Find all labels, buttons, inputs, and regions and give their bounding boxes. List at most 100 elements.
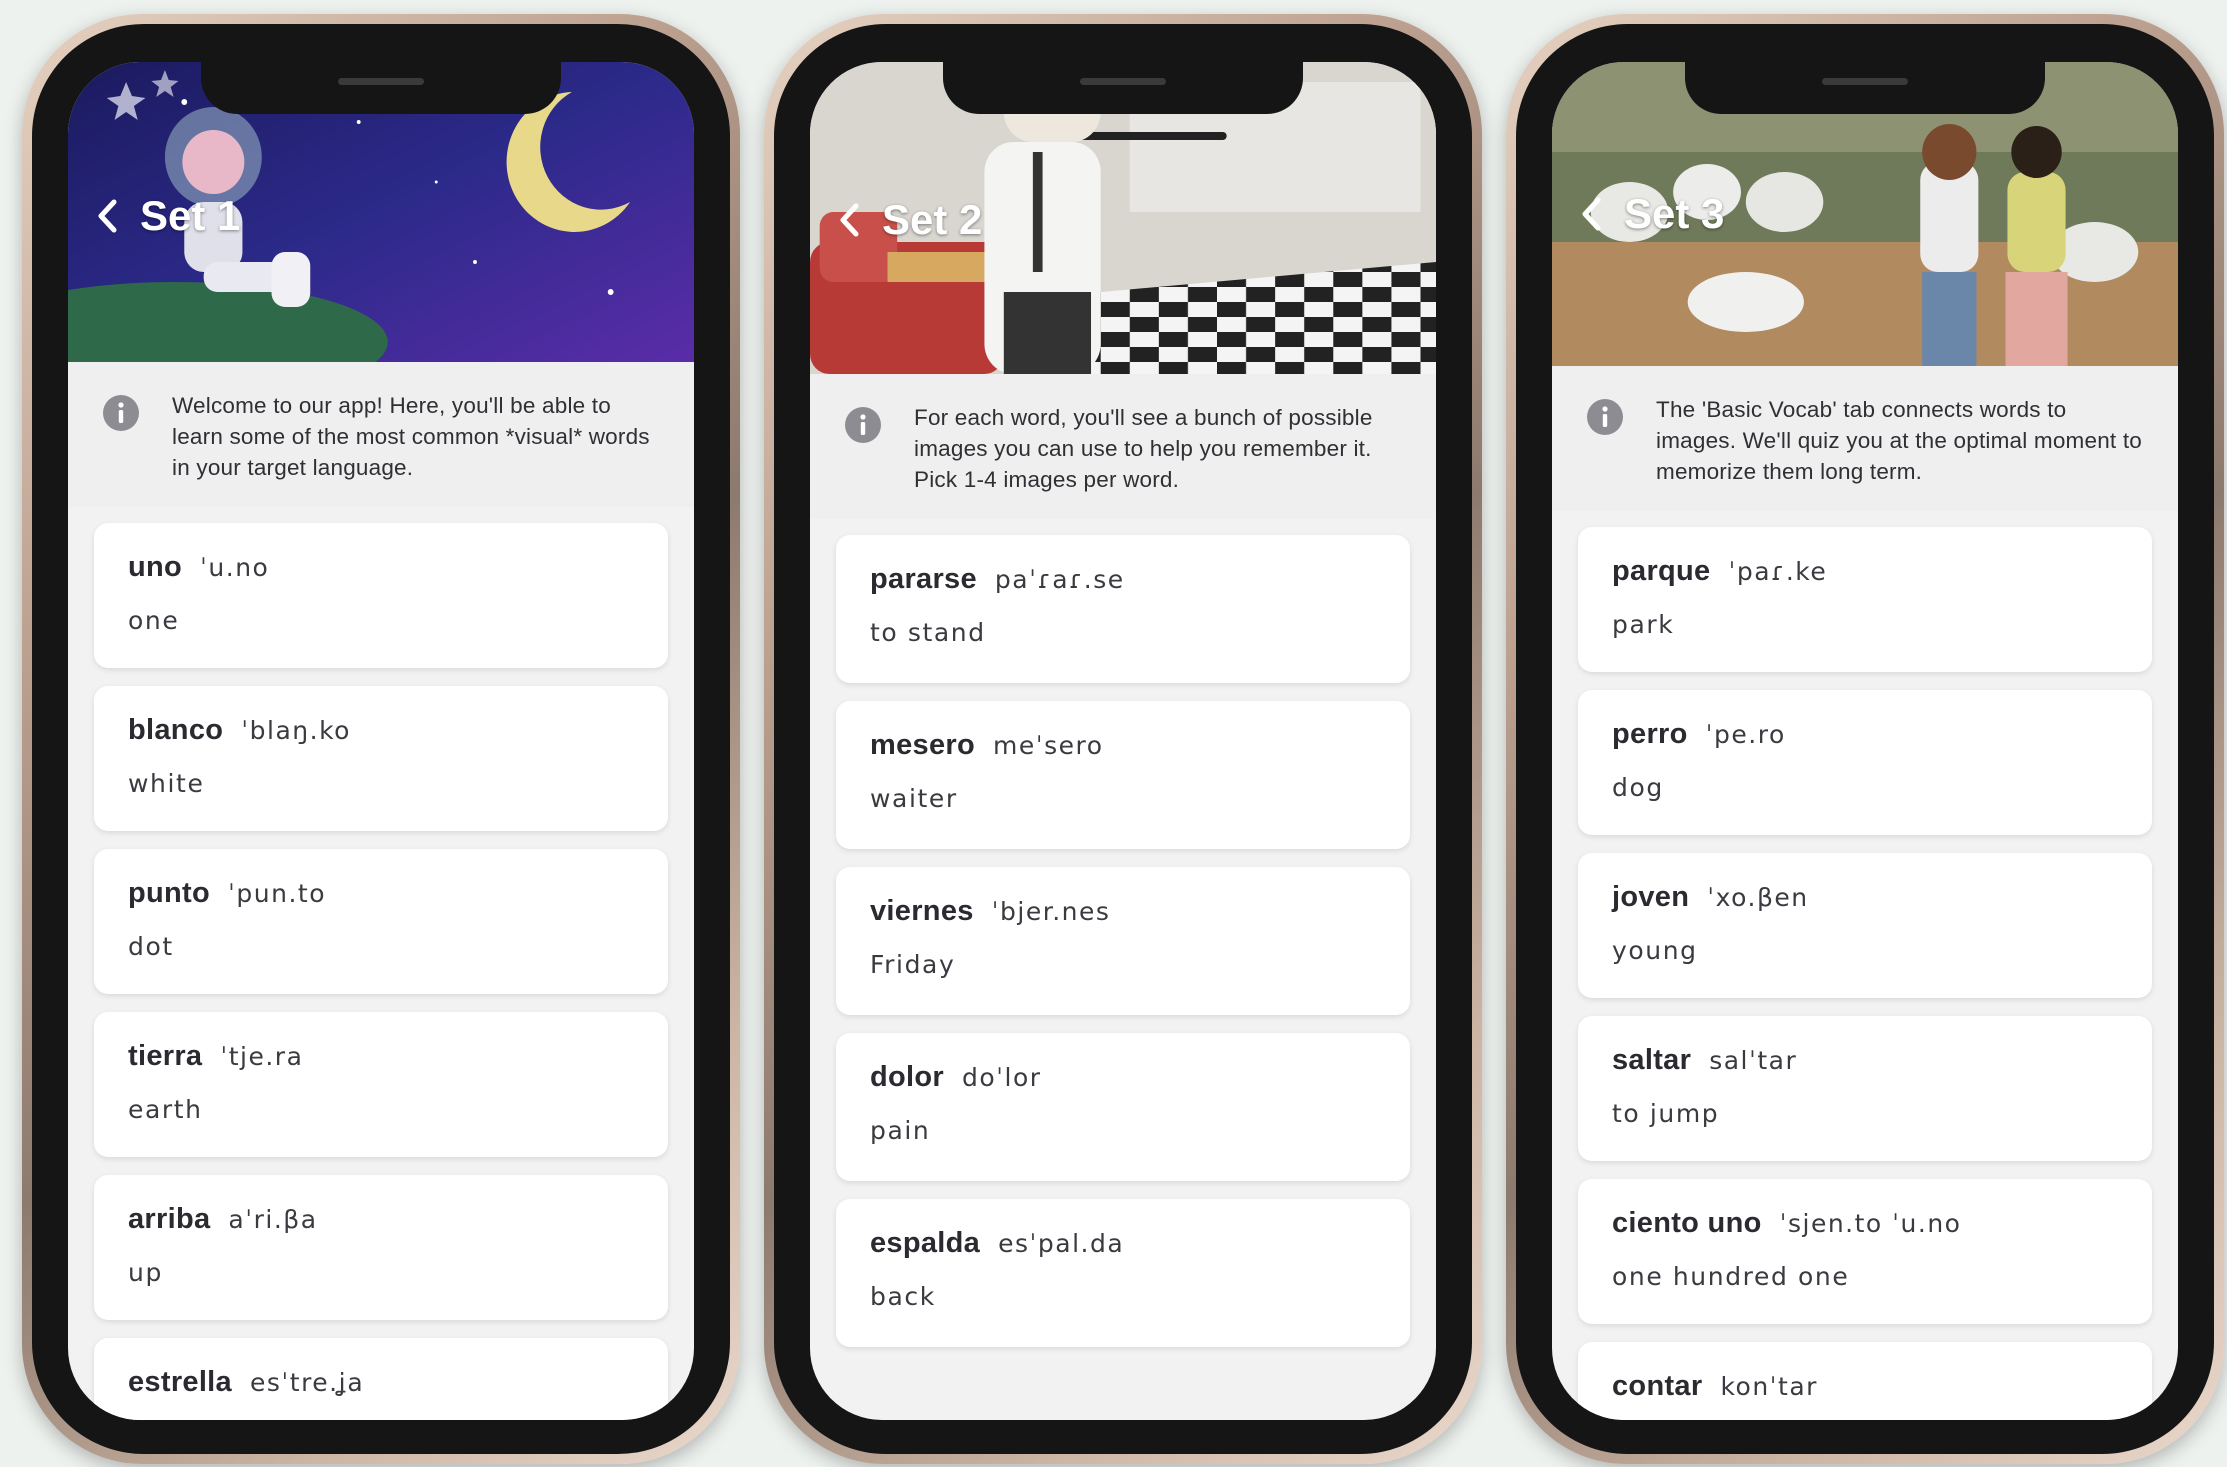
set-title: Set 2 bbox=[882, 196, 983, 243]
word-card[interactable]: blanco ˈblaŋ.ko white bbox=[94, 686, 668, 831]
phone-set-3: Set 3 The 'Basic Vocab' tab connects wor… bbox=[1506, 14, 2224, 1464]
pronunciation: ˈpe.ro bbox=[1705, 720, 1786, 749]
word: arriba bbox=[128, 1203, 211, 1235]
notch bbox=[201, 62, 561, 114]
word-card[interactable]: viernes ˈbjer.nes Friday bbox=[836, 867, 1410, 1015]
info-banner: For each word, you'll see a bunch of pos… bbox=[810, 374, 1436, 519]
word-card[interactable]: uno ˈu.no one bbox=[94, 523, 668, 668]
word-list: pararse paˈɾaɾ.se to stand mesero meˈsero … bbox=[810, 519, 1436, 1347]
pronunciation: paˈɾaɾ.se bbox=[994, 565, 1125, 594]
notch bbox=[1685, 62, 2045, 114]
translation: young bbox=[1612, 936, 1698, 965]
translation: one hundred one bbox=[1612, 1262, 1850, 1291]
word-list: uno ˈu.no one blanco ˈblaŋ.ko white punto ˈ… bbox=[68, 507, 694, 1420]
pronunciation: ˈu.no bbox=[200, 553, 270, 582]
word-card[interactable]: espalda esˈpal.da back bbox=[836, 1199, 1410, 1347]
speaker bbox=[338, 78, 424, 85]
translation: dog bbox=[1612, 773, 1664, 802]
word: tierra bbox=[128, 1040, 203, 1072]
word: espalda bbox=[870, 1227, 981, 1259]
word: perro bbox=[1612, 718, 1688, 750]
pronunciation: esˈpal.da bbox=[998, 1229, 1125, 1258]
word-card[interactable]: mesero meˈsero waiter bbox=[836, 701, 1410, 849]
info-text: For each word, you'll see a bunch of pos… bbox=[914, 405, 1373, 492]
translation: white bbox=[128, 769, 205, 798]
pronunciation: salˈtar bbox=[1709, 1046, 1798, 1075]
phone-set-1: Set 1 Welcome to our app! Here, you'll b… bbox=[22, 14, 740, 1464]
word: punto bbox=[128, 877, 211, 909]
phone-set-2: Set 2 For each word, you'll see a bunch … bbox=[764, 14, 1482, 1464]
translation: earth bbox=[128, 1095, 203, 1124]
chevron-left-icon bbox=[840, 203, 859, 237]
translation: to jump bbox=[1612, 1099, 1720, 1128]
pronunciation: doˈlor bbox=[962, 1063, 1042, 1092]
word: parque bbox=[1612, 555, 1711, 587]
word: ciento uno bbox=[1612, 1207, 1762, 1239]
info-banner: Welcome to our app! Here, you'll be able… bbox=[68, 362, 694, 507]
word-card[interactable]: parque ˈpaɾ.ke park bbox=[1578, 527, 2152, 672]
word-card[interactable]: pararse paˈɾaɾ.se to stand bbox=[836, 535, 1410, 683]
pronunciation: ˈsjen.to ˈu.no bbox=[1779, 1209, 1962, 1238]
set-title: Set 1 bbox=[140, 192, 241, 239]
word: saltar bbox=[1612, 1044, 1692, 1076]
word-card[interactable]: saltar salˈtar to jump bbox=[1578, 1016, 2152, 1161]
word: viernes bbox=[870, 895, 974, 927]
chevron-left-icon bbox=[1582, 197, 1601, 231]
translation: park bbox=[1612, 610, 1675, 639]
app-screen: Set 1 Welcome to our app! Here, you'll b… bbox=[68, 62, 694, 1420]
app-screen: Set 3 The 'Basic Vocab' tab connects wor… bbox=[1552, 62, 2178, 1420]
translation: Friday bbox=[870, 950, 956, 979]
pronunciation: meˈsero bbox=[992, 731, 1104, 760]
info-text: The 'Basic Vocab' tab connects words to … bbox=[1656, 397, 2142, 484]
pronunciation: aˈri.βa bbox=[228, 1205, 318, 1234]
pronunciation: ˈblaŋ.ko bbox=[241, 716, 351, 745]
pronunciation: ˈpaɾ.ke bbox=[1728, 557, 1828, 586]
speaker bbox=[1822, 78, 1908, 85]
phone-bezel: Set 2 For each word, you'll see a bunch … bbox=[774, 24, 1472, 1454]
set-title: Set 3 bbox=[1624, 190, 1725, 237]
word: estrella bbox=[128, 1366, 232, 1398]
pronunciation: ˈtje.ra bbox=[220, 1042, 304, 1071]
translation: back bbox=[870, 1282, 936, 1311]
word-card[interactable]: ciento uno ˈsjen.to ˈu.no one hundred one bbox=[1578, 1179, 2152, 1324]
back-button[interactable]: Set 2 bbox=[838, 196, 982, 244]
translation: pain bbox=[870, 1116, 931, 1145]
word-card[interactable]: tierra ˈtje.ra earth bbox=[94, 1012, 668, 1157]
pronunciation: konˈtar bbox=[1720, 1372, 1818, 1401]
word: pararse bbox=[870, 563, 977, 595]
phone-bezel: Set 1 Welcome to our app! Here, you'll b… bbox=[32, 24, 730, 1454]
word-card[interactable]: contar konˈtar bbox=[1578, 1342, 2152, 1420]
word-card[interactable]: joven ˈxo.βen young bbox=[1578, 853, 2152, 998]
word: dolor bbox=[870, 1061, 944, 1093]
pronunciation: ˈbjer.nes bbox=[991, 897, 1111, 926]
info-icon bbox=[103, 395, 139, 431]
word-card[interactable]: dolor doˈlor pain bbox=[836, 1033, 1410, 1181]
translation: waiter bbox=[870, 784, 958, 813]
info-icon bbox=[845, 407, 881, 443]
translation: dot bbox=[128, 932, 174, 961]
back-button[interactable]: Set 1 bbox=[96, 192, 240, 240]
translation: one bbox=[128, 606, 180, 635]
word: blanco bbox=[128, 714, 224, 746]
word-card[interactable]: estrella esˈtre.ʝa bbox=[94, 1338, 668, 1420]
info-banner: The 'Basic Vocab' tab connects words to … bbox=[1552, 366, 2178, 511]
speaker bbox=[1080, 78, 1166, 85]
word-card[interactable]: perro ˈpe.ro dog bbox=[1578, 690, 2152, 835]
pronunciation: ˈpun.to bbox=[228, 879, 326, 908]
app-screen: Set 2 For each word, you'll see a bunch … bbox=[810, 62, 1436, 1420]
translation: up bbox=[128, 1258, 163, 1287]
word-list: parque ˈpaɾ.ke park perro ˈpe.ro dog joven… bbox=[1552, 511, 2178, 1420]
back-button[interactable]: Set 3 bbox=[1580, 190, 1724, 238]
info-icon bbox=[1587, 399, 1623, 435]
phone-bezel: Set 3 The 'Basic Vocab' tab connects wor… bbox=[1516, 24, 2214, 1454]
word: joven bbox=[1612, 881, 1690, 913]
pronunciation: esˈtre.ʝa bbox=[249, 1368, 365, 1397]
word: uno bbox=[128, 551, 183, 583]
translation: to stand bbox=[870, 618, 986, 647]
word: contar bbox=[1612, 1370, 1703, 1402]
chevron-left-icon bbox=[98, 199, 117, 233]
pronunciation: ˈxo.βen bbox=[1707, 883, 1809, 912]
word-card[interactable]: arriba aˈri.βa up bbox=[94, 1175, 668, 1320]
info-text: Welcome to our app! Here, you'll be able… bbox=[172, 393, 650, 480]
word-card[interactable]: punto ˈpun.to dot bbox=[94, 849, 668, 994]
